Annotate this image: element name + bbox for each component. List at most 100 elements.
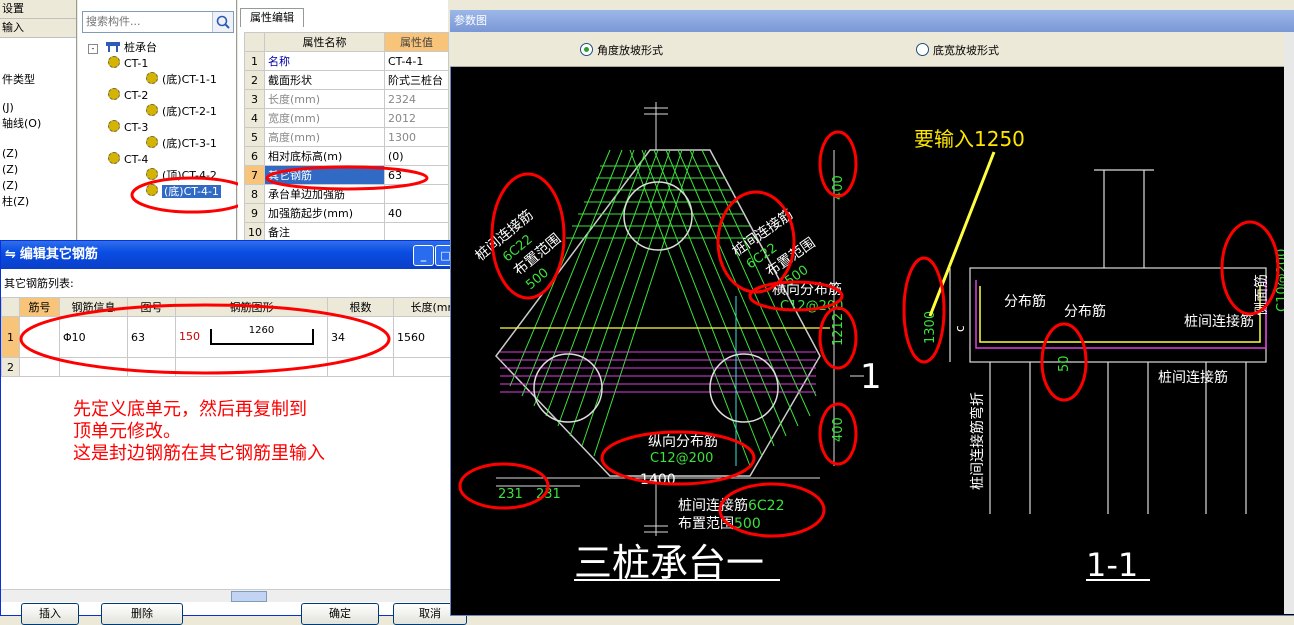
property-value[interactable]: 2012	[384, 108, 449, 128]
slope-mode-options: 角度放坡形式 底宽放坡形式	[450, 32, 1284, 67]
label-longitudinal-dist: 纵向分布筋	[648, 433, 718, 450]
nav-item-input[interactable]: 输入	[0, 19, 76, 38]
label-hook-bar: 桩间连接筋弯折	[969, 392, 986, 490]
horizontal-scrollbar[interactable]	[1, 589, 479, 602]
row-number: 10	[244, 222, 265, 242]
radio-label: 角度放坡形式	[597, 44, 663, 57]
property-row[interactable]: 5 高度(mm) 1300	[244, 127, 449, 147]
nav-item-type[interactable]: 件类型	[0, 72, 76, 88]
annotation-ellipse	[265, 165, 429, 191]
property-value[interactable]: CT-4-1	[384, 51, 449, 71]
label-horizontal-dist-spec: C12@200	[780, 299, 843, 314]
tree-node-label: CT-3	[124, 121, 149, 134]
dim-1400: 1400	[640, 472, 676, 488]
label-pile-link-left: 桩间连接筋 6C22 布置范围 500	[472, 206, 564, 293]
tree-root[interactable]: - 桩承台	[88, 40, 157, 55]
tree-node-ct1-1[interactable]: (底)CT-1-1	[146, 72, 217, 87]
property-row[interactable]: 10 备注	[244, 222, 449, 242]
nav-item-axis[interactable]: 轴线(O)	[0, 116, 76, 132]
property-value[interactable]	[384, 222, 449, 242]
label-bottom-link: 桩间连接筋6C22	[678, 497, 785, 514]
radio-width-slope[interactable]: 底宽放坡形式	[916, 42, 999, 58]
tab-property-edit[interactable]: 属性编辑	[240, 8, 304, 27]
section-mark: 1	[860, 357, 882, 397]
nav-item-j[interactable]: (J)	[0, 100, 76, 116]
property-name: 宽度(mm)	[264, 108, 385, 128]
drawing-title: 三桩承台一	[574, 541, 764, 585]
scroll-thumb[interactable]	[231, 591, 267, 602]
label-text: 桩间连接筋	[678, 497, 748, 514]
tree-node-ct4[interactable]: CT-4	[108, 152, 148, 167]
nav-item-z1[interactable]: (Z)	[0, 146, 76, 162]
note-line: 顶单元修改。	[73, 421, 181, 442]
property-row[interactable]: 2 截面形状 阶式三桩台	[244, 70, 449, 90]
tree-node-label: (底)CT-3-1	[162, 137, 217, 150]
property-row[interactable]: 9 加强筋起步(mm) 40	[244, 203, 449, 223]
component-icon	[108, 152, 120, 164]
search-input[interactable]	[83, 12, 213, 30]
property-value[interactable]: 40	[384, 203, 449, 223]
property-row[interactable]: 3 长度(mm) 2324	[244, 89, 449, 109]
radio-unchecked-icon	[916, 43, 929, 56]
property-value[interactable]: 1300	[384, 127, 449, 147]
radio-label: 底宽放坡形式	[933, 44, 999, 57]
reference-title-bar[interactable]: 参数图	[450, 10, 1294, 32]
search-icon	[216, 15, 230, 29]
property-value[interactable]: 阶式三桩台	[384, 70, 449, 90]
app-icon: ⇋	[5, 247, 16, 262]
property-name: 相对底标高(m)	[264, 146, 385, 166]
tree-node-label: CT-1	[124, 57, 149, 70]
component-icon	[146, 104, 158, 116]
row-number: 3	[244, 89, 265, 109]
dim-50: 50	[1057, 355, 1072, 372]
tree-root-label: 桩承台	[124, 41, 157, 54]
radio-angle-slope[interactable]: 角度放坡形式	[580, 42, 663, 58]
property-name: 长度(mm)	[264, 89, 385, 109]
insert-button[interactable]: 插入	[21, 603, 79, 625]
row-number: 8	[244, 184, 265, 204]
nav-item-z3[interactable]: (Z)	[0, 178, 76, 194]
dim-400-bottom: 400	[831, 417, 846, 442]
label-bottom-range: 布置范围500	[678, 515, 761, 532]
minimize-button[interactable]: _	[413, 245, 434, 266]
tree-node-ct2-1[interactable]: (底)CT-2-1	[146, 104, 217, 119]
corner-header	[244, 32, 265, 52]
pile-cap-icon	[105, 42, 120, 52]
row-number: 6	[244, 146, 265, 166]
tree-node-ct3[interactable]: CT-3	[108, 120, 148, 135]
property-value[interactable]: 2324	[384, 89, 449, 109]
nav-item-z2[interactable]: (Z)	[0, 162, 76, 178]
row-number: 4	[244, 108, 265, 128]
collapse-icon[interactable]: -	[88, 44, 98, 54]
nav-item-column[interactable]: 柱(Z)	[0, 194, 76, 210]
property-value[interactable]: (0)	[384, 146, 449, 166]
search-button[interactable]	[212, 12, 233, 32]
tree-node-ct1[interactable]: CT-1	[108, 56, 148, 71]
property-row[interactable]: 1 名称 CT-4-1	[244, 51, 449, 71]
annotation-ellipse	[130, 176, 254, 214]
label-dist-bar-1: 分布筋	[1004, 293, 1046, 310]
search-box	[82, 11, 234, 33]
row-number: 9	[244, 203, 265, 223]
cap-outline	[495, 149, 821, 477]
delete-button[interactable]: 删除	[101, 603, 183, 625]
dialog-title-bar[interactable]: ⇋编辑其它钢筋 _ □ ✕	[1, 241, 481, 269]
vertical-scrollbar[interactable]	[1284, 32, 1294, 614]
tree-node-ct3-1[interactable]: (底)CT-3-1	[146, 136, 217, 151]
tree-node-label: CT-2	[124, 89, 149, 102]
property-row[interactable]: 4 宽度(mm) 2012	[244, 108, 449, 128]
row-number: 7	[244, 165, 265, 185]
property-row[interactable]: 6 相对底标高(m) (0)	[244, 146, 449, 166]
property-name: 高度(mm)	[264, 127, 385, 147]
component-icon	[146, 136, 158, 148]
tree-node-label: (底)CT-1-1	[162, 73, 217, 86]
tree-node-ct2[interactable]: CT-2	[108, 88, 148, 103]
nav-item-settings[interactable]: 设置	[0, 0, 76, 19]
label-link-bar-2: 桩间连接筋	[1158, 369, 1228, 386]
ok-button[interactable]: 确定	[301, 603, 379, 625]
reference-title: 参数图	[454, 14, 487, 27]
cad-drawing: 400 1212 400 1400 231 231 1 桩间连接筋 6C22 布…	[458, 102, 1284, 585]
property-name: 加强筋起步(mm)	[264, 203, 385, 223]
dim-231-left: 231	[498, 487, 523, 502]
property-name: 名称	[264, 51, 385, 71]
